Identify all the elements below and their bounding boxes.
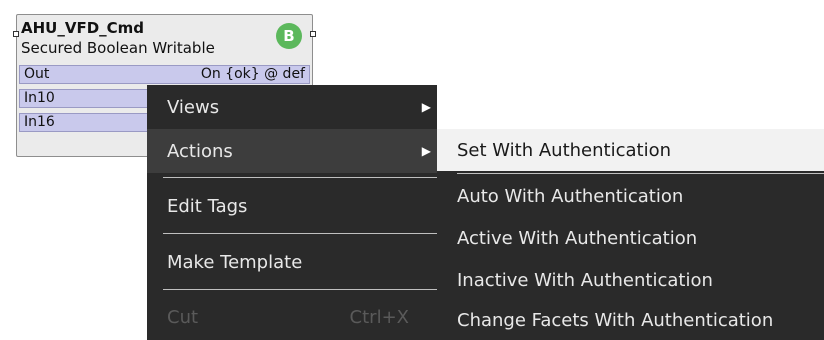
submenu-separator: [457, 173, 824, 174]
menu-item-label: Cut: [167, 307, 199, 328]
context-menu: Views ▶ Actions ▶ Edit Tags Make Templat…: [147, 85, 437, 340]
menu-item-label: Edit Tags: [167, 195, 248, 217]
submenu-item-set-with-authentication[interactable]: Set With Authentication: [437, 129, 824, 171]
submenu-item-change-facets-with-authentication[interactable]: Change Facets With Authentication: [437, 301, 824, 340]
right-connector-handle[interactable]: [310, 31, 316, 37]
menu-item-shortcut: Ctrl+X: [349, 307, 409, 328]
left-connector-handle[interactable]: [13, 31, 19, 37]
menu-item-edit-tags[interactable]: Edit Tags: [147, 183, 437, 229]
submenu-item-auto-with-authentication[interactable]: Auto With Authentication: [437, 175, 824, 217]
submenu-item-active-with-authentication[interactable]: Active With Authentication: [437, 217, 824, 259]
component-name: AHU_VFD_Cmd: [21, 19, 145, 37]
menu-item-actions[interactable]: Actions ▶: [147, 129, 437, 173]
submenu-item-label: Auto With Authentication: [457, 185, 684, 207]
menu-item-views[interactable]: Views ▶: [147, 85, 437, 129]
menu-separator: [163, 233, 437, 234]
slot-value: On {ok} @ def: [200, 66, 305, 82]
submenu-item-label: Set With Authentication: [457, 139, 672, 161]
submenu-item-label: Inactive With Authentication: [457, 269, 713, 291]
component-type: Secured Boolean Writable: [21, 39, 215, 57]
slot-name: In10: [24, 90, 55, 106]
triangle-right-icon: ▶: [421, 144, 431, 158]
slot-name: Out: [24, 66, 50, 82]
menu-item-cut[interactable]: Cut Ctrl+X: [147, 295, 437, 340]
submenu-item-label: Change Facets With Authentication: [457, 310, 774, 331]
menu-item-label: Make Template: [167, 251, 303, 273]
menu-separator: [163, 177, 437, 178]
menu-item-label: Views: [167, 96, 220, 118]
triangle-right-icon: ▶: [421, 100, 431, 114]
menu-item-label: Actions: [167, 140, 233, 162]
slot-name: In16: [24, 114, 55, 130]
submenu-item-inactive-with-authentication[interactable]: Inactive With Authentication: [437, 259, 824, 301]
slot-out[interactable]: Out On {ok} @ def: [19, 65, 310, 84]
menu-item-make-template[interactable]: Make Template: [147, 239, 437, 285]
boolean-badge-icon: B: [276, 23, 302, 49]
submenu-item-label: Active With Authentication: [457, 227, 698, 249]
menu-separator: [163, 289, 437, 290]
actions-submenu: Set With Authentication Auto With Authen…: [437, 129, 824, 340]
